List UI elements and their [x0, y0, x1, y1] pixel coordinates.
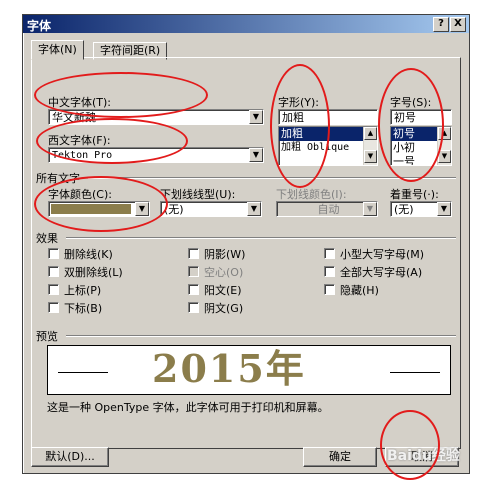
window-title: 字体 [27, 19, 52, 33]
section-divider [66, 335, 456, 337]
preview-section-label: 预览 [36, 330, 58, 343]
emboss-label: 阳文(E) [204, 284, 242, 297]
outline-checkbox [188, 266, 199, 277]
strikethrough-label: 删除线(K) [64, 248, 113, 261]
all-caps-label: 全部大写字母(A) [340, 266, 423, 279]
engrave-label: 阴文(G) [204, 302, 244, 315]
subscript-checkbox[interactable] [48, 302, 59, 313]
style-scrollbar[interactable]: ▲ ▼ [363, 127, 377, 165]
subscript-label: 下标(B) [64, 302, 103, 315]
close-button[interactable]: X [450, 17, 466, 32]
outline-label: 空心(O) [204, 266, 244, 279]
annotation-circle-font-size [378, 68, 444, 182]
preview-sample-text: 2015年 [152, 346, 306, 391]
all-caps-checkbox[interactable] [324, 266, 335, 277]
superscript-checkbox[interactable] [48, 284, 59, 295]
shadow-checkbox[interactable] [188, 248, 199, 259]
preview-baseline [390, 372, 440, 373]
emphasis-mark-dropdown-button[interactable]: ▼ [437, 202, 451, 216]
engrave-checkbox[interactable] [188, 302, 199, 313]
small-caps-checkbox[interactable] [324, 248, 335, 259]
underline-style-label: 下划线线型(U): [160, 188, 236, 201]
chinese-font-dropdown-button[interactable]: ▼ [249, 110, 263, 124]
section-divider [66, 237, 456, 239]
help-button[interactable]: ? [433, 17, 449, 32]
shadow-label: 阴影(W) [204, 248, 246, 261]
hidden-checkbox[interactable] [324, 284, 335, 295]
emboss-checkbox[interactable] [188, 284, 199, 295]
underline-style-dropdown-button[interactable]: ▼ [247, 202, 261, 216]
preview-baseline [58, 372, 108, 373]
effects-section-label: 效果 [36, 232, 58, 245]
western-font-dropdown-button[interactable]: ▼ [249, 148, 263, 162]
double-strikethrough-checkbox[interactable] [48, 266, 59, 277]
small-caps-label: 小型大写字母(M) [340, 248, 425, 261]
underline-color-label: 下划线颜色(I): [276, 188, 347, 201]
underline-color-dropdown-button: ▼ [363, 202, 377, 216]
double-strikethrough-label: 双删除线(L) [64, 266, 123, 279]
annotation-circle-western-font [36, 118, 188, 164]
annotation-circle-font-color [34, 176, 168, 232]
preview-box: 2015年 [47, 345, 451, 395]
default-button[interactable]: 默认(D)... [31, 447, 109, 467]
scroll-down-icon[interactable]: ▼ [364, 150, 377, 163]
title-bar: 字体 ? X [23, 15, 469, 33]
annotation-circle-cancel [380, 410, 440, 480]
emphasis-mark-label: 着重号(·): [390, 188, 439, 201]
hidden-label: 隐藏(H) [340, 284, 379, 297]
preview-description: 这是一种 OpenType 字体，此字体可用于打印机和屏幕。 [47, 401, 329, 414]
scroll-up-icon[interactable]: ▲ [364, 127, 377, 140]
annotation-circle-font-style [270, 64, 330, 188]
tab-font[interactable]: 字体(N) [31, 40, 84, 60]
annotation-circle-chinese-font [34, 72, 208, 118]
strikethrough-checkbox[interactable] [48, 248, 59, 259]
ok-button[interactable]: 确定 [303, 447, 377, 467]
superscript-label: 上标(P) [64, 284, 102, 297]
